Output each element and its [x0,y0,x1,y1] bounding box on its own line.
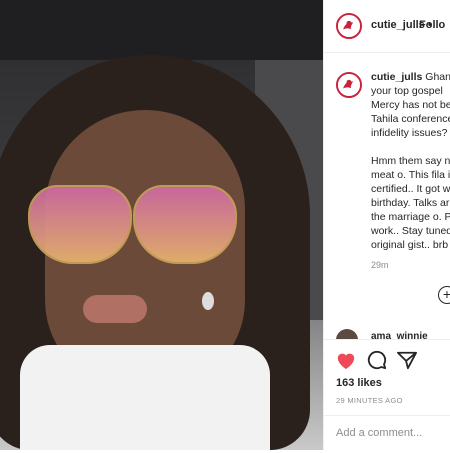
caption-line: certified.. It got w [371,183,450,195]
post-timestamp[interactable]: 29 MINUTES AGO [336,396,403,405]
comment-preview: ama_winnie [336,325,450,339]
caption-line: infidelity issues? [371,127,448,139]
post-side-panel: cutie_julls • Follo cutie_julls Ghana yo… [323,0,450,452]
post-header: cutie_julls • Follo [324,0,450,53]
username-text[interactable]: cutie_julls [371,19,425,31]
caption-line: Tahila conference [371,113,450,125]
caption-line: birthday. Talks ar [371,197,450,209]
caption-time: 29m [371,260,389,270]
caption-line: your top gospel [371,85,443,97]
follow-button[interactable]: Follo [419,19,445,31]
caption-line: Hmm them say n [371,155,450,167]
caption-line: Ghana [425,71,450,83]
car-roof [0,0,323,60]
add-comment-bar [324,415,450,453]
earring [202,292,214,310]
heart-icon[interactable] [335,350,357,370]
comment-input[interactable] [336,427,446,439]
avatar[interactable] [336,13,362,39]
lips [83,295,147,323]
sunglasses-right-lens [133,185,237,264]
caption-line: work.. Stay tuned [371,225,450,237]
like-count[interactable]: 163 likes [336,377,382,389]
caption-paragraph-2: Hmm them say n meat o. This fila i certi… [371,154,450,252]
shirt-collar [20,345,270,450]
sunglasses-left-lens [28,185,132,264]
share-icon[interactable] [396,350,418,370]
post-photo[interactable] [0,0,323,450]
caption-line: meat o. This fila i [371,169,450,181]
commenter-username[interactable]: ama_winnie [371,331,428,339]
add-icon[interactable]: + [438,286,450,304]
action-bar: 163 likes 29 MINUTES AGO [324,339,450,452]
commenter-avatar[interactable] [336,329,358,339]
caption-username[interactable]: cutie_julls [371,71,422,83]
caption-line: the marriage o. P [371,211,450,223]
caption: cutie_julls Ghana your top gospel Mercy … [371,70,450,140]
caption-line: Mercy has not be [371,99,450,111]
comment-icon[interactable] [366,350,388,370]
caption-line: original gist.. brb [371,239,449,251]
caption-avatar[interactable] [336,72,362,98]
